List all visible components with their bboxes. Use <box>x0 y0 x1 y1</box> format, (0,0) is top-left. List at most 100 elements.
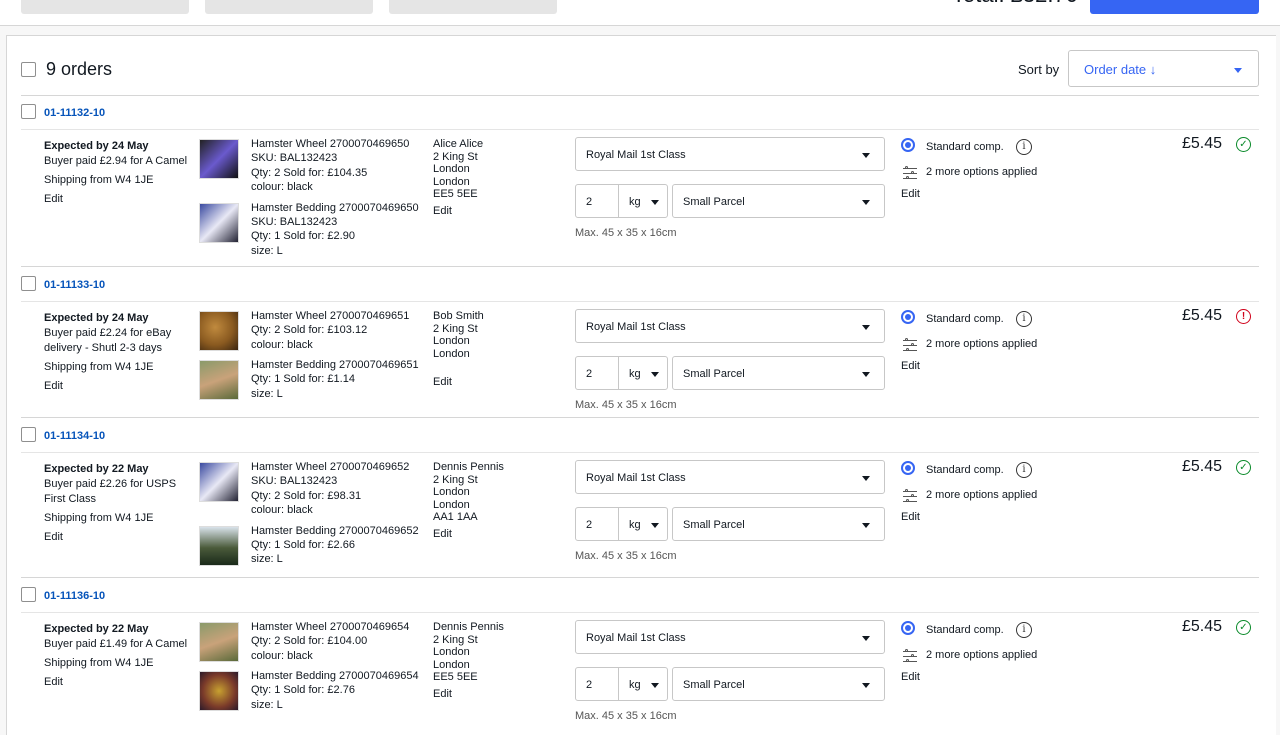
item-title-link[interactable]: Hamster Bedding 2700070469654 <box>251 670 419 683</box>
buyer-paid-text: Buyer paid £2.26 for USPS <box>44 478 177 490</box>
edit-address-link[interactable]: Edit <box>433 528 452 541</box>
weight-value: 2 <box>586 519 593 531</box>
item-thumbnail <box>199 671 239 711</box>
toolbar-button-2[interactable] <box>205 0 373 14</box>
edit-shipping-link[interactable]: Edit <box>44 193 63 206</box>
filter-settings-icon <box>903 649 917 662</box>
edit-shipping-link[interactable]: Edit <box>44 380 63 393</box>
weight-unit-select[interactable]: kg <box>618 507 668 541</box>
error-status-icon: ! <box>1236 309 1251 324</box>
edit-shipping-link[interactable]: Edit <box>44 676 63 689</box>
item-detail: SKU: BAL132423 <box>251 475 338 487</box>
address-line: 2 King St <box>433 473 478 486</box>
standard-option-radio[interactable] <box>901 138 915 152</box>
order-number-link[interactable]: 01-11134-10 <box>44 430 105 442</box>
order-checkbox[interactable] <box>21 587 36 602</box>
edit-address-link[interactable]: Edit <box>433 205 452 218</box>
info-icon[interactable]: i <box>1016 622 1032 638</box>
info-icon[interactable]: i <box>1016 139 1032 155</box>
edit-shipping-link[interactable]: Edit <box>44 531 63 544</box>
address-line: Alice Alice <box>433 138 484 150</box>
weight-value: 2 <box>586 679 593 691</box>
order-number-link[interactable]: 01-11132-10 <box>44 107 105 119</box>
chevron-down-icon <box>1234 68 1242 73</box>
address-line: Dennis Pennis <box>433 621 504 633</box>
address-line: AA1 1AA <box>433 511 478 523</box>
item-detail: size: L <box>251 387 283 400</box>
item-title-link[interactable]: Hamster Bedding 2700070469650 <box>251 202 419 215</box>
standard-option-radio[interactable] <box>901 461 915 475</box>
item-detail: SKU: BAL132423 <box>251 215 338 228</box>
address-line: London <box>433 486 470 498</box>
item-image <box>200 361 238 399</box>
max-dimensions: Max. 45 x 35 x 16cm <box>575 550 677 562</box>
shipping-service-select[interactable]: Royal Mail 1st Class <box>575 309 885 343</box>
weight-input[interactable]: 2 <box>575 356 619 390</box>
edit-address-link[interactable]: Edit <box>433 688 452 701</box>
weight-input[interactable]: 2 <box>575 507 619 541</box>
order-checkbox[interactable] <box>21 427 36 442</box>
package-type-select[interactable]: Small Parcel <box>672 184 885 218</box>
edit-options-link[interactable]: Edit <box>901 188 920 201</box>
shipping-service-select[interactable]: Royal Mail 1st Class <box>575 460 885 494</box>
sort-dropdown[interactable]: Order date ↓ <box>1068 50 1259 87</box>
chevron-down-icon <box>651 523 659 528</box>
edit-options-link[interactable]: Edit <box>901 360 920 373</box>
edit-options-link[interactable]: Edit <box>901 511 920 524</box>
weight-unit-select[interactable]: kg <box>618 667 668 701</box>
weight-input[interactable]: 2 <box>575 667 619 701</box>
select-all-checkbox[interactable] <box>21 62 36 77</box>
shipping-service-select[interactable]: Royal Mail 1st Class <box>575 620 885 654</box>
buy-labels-button[interactable] <box>1090 0 1259 14</box>
shipping-from: Shipping from W4 1JE <box>44 657 154 669</box>
info-icon[interactable]: i <box>1016 311 1032 327</box>
edit-address-link[interactable]: Edit <box>433 376 452 389</box>
weight-unit-select[interactable]: kg <box>618 356 668 390</box>
shipping-price: £5.45 <box>1182 307 1223 324</box>
chevron-down-icon <box>862 372 870 377</box>
weight-unit-select[interactable]: kg <box>618 184 668 218</box>
shipping-service-select[interactable]: Royal Mail 1st Class <box>575 137 885 171</box>
toolbar-button-3[interactable] <box>389 0 557 14</box>
chevron-down-icon <box>651 372 659 377</box>
item-detail: Qty: 2 Sold for: £103.12 <box>251 324 368 336</box>
option-label: Standard comp. <box>926 624 1004 636</box>
expected-delivery: Expected by 22 May <box>44 463 149 475</box>
order-number-link[interactable]: 01-11136-10 <box>44 590 105 602</box>
item-title-link[interactable]: Hamster Wheel 2700070469651 <box>251 310 409 323</box>
address-line: Bob Smith <box>433 310 484 322</box>
shipping-from: Shipping from W4 1JE <box>44 512 154 524</box>
shipping-service-value: Royal Mail 1st Class <box>586 149 686 161</box>
package-type-select[interactable]: Small Parcel <box>672 667 885 701</box>
toolbar-button-1[interactable] <box>21 0 189 14</box>
item-detail: colour: black <box>251 181 313 193</box>
order-checkbox[interactable] <box>21 104 36 119</box>
package-type-value: Small Parcel <box>683 679 745 691</box>
edit-options-link[interactable]: Edit <box>901 671 920 684</box>
standard-option-radio[interactable] <box>901 310 915 324</box>
address-line: London <box>433 335 470 347</box>
divider <box>21 95 1259 96</box>
order-checkbox[interactable] <box>21 276 36 291</box>
item-detail: Qty: 1 Sold for: £2.66 <box>251 538 355 551</box>
shipping-service-value: Royal Mail 1st Class <box>586 472 686 484</box>
package-type-select[interactable]: Small Parcel <box>672 507 885 541</box>
info-icon[interactable]: i <box>1016 462 1032 478</box>
item-title-link[interactable]: Hamster Wheel 2700070469650 <box>251 138 409 151</box>
weight-input[interactable]: 2 <box>575 184 619 218</box>
max-dimensions: Max. 45 x 35 x 16cm <box>575 710 677 722</box>
divider <box>21 612 1259 613</box>
item-title-link[interactable]: Hamster Wheel 2700070469654 <box>251 621 409 634</box>
item-title-link[interactable]: Hamster Bedding 2700070469651 <box>251 359 419 372</box>
standard-option-radio[interactable] <box>901 621 915 635</box>
item-title-link[interactable]: Hamster Wheel 2700070469652 <box>251 461 409 474</box>
order-divider <box>21 577 1259 578</box>
shipping-price: £5.45 <box>1182 458 1223 475</box>
success-check-icon: ✓ <box>1236 137 1251 152</box>
order-number-link[interactable]: 01-11133-10 <box>44 279 105 291</box>
item-image <box>200 312 238 350</box>
package-type-select[interactable]: Small Parcel <box>672 356 885 390</box>
item-title-link[interactable]: Hamster Bedding 2700070469652 <box>251 525 419 538</box>
item-detail: colour: black <box>251 649 313 662</box>
max-dimensions: Max. 45 x 35 x 16cm <box>575 399 677 411</box>
